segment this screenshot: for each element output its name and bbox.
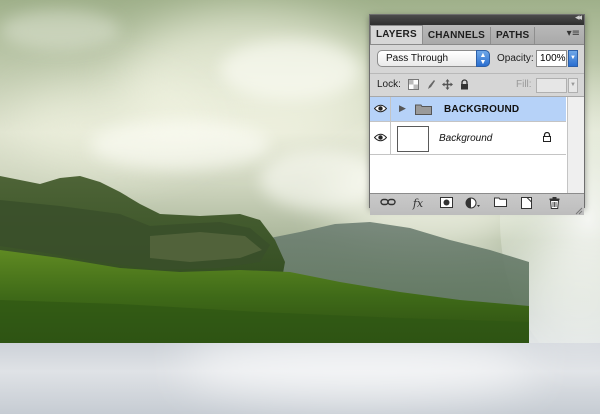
tab-layers[interactable]: LAYERS xyxy=(370,25,423,44)
link-layers-icon[interactable] xyxy=(380,197,396,211)
resize-grip-icon[interactable] xyxy=(575,207,583,215)
panel-tabs: LAYERS CHANNELS PATHS ▾≡ xyxy=(370,25,584,45)
blend-mode-value: Pass Through xyxy=(386,53,449,64)
fill-dropdown-icon[interactable]: ▼ xyxy=(568,78,578,93)
panel-menu-icon[interactable]: ▾≡ xyxy=(567,28,580,39)
visibility-cell[interactable] xyxy=(370,97,391,121)
opacity-label: Opacity: xyxy=(497,53,534,64)
lock-icon xyxy=(543,132,551,142)
fill-input[interactable] xyxy=(536,78,567,93)
disclosure-triangle-icon[interactable]: ▶ xyxy=(399,104,406,114)
eye-icon[interactable] xyxy=(374,104,387,113)
lock-label: Lock: xyxy=(377,79,401,90)
panel-footer: fx xyxy=(370,193,584,215)
lock-all-icon[interactable] xyxy=(459,79,470,90)
layer-row-group[interactable]: ▶ BACKGROUND xyxy=(370,97,566,122)
layer-row-background[interactable]: Background xyxy=(370,121,566,155)
folder-icon xyxy=(415,104,432,115)
layers-panel: ◂◂ LAYERS CHANNELS PATHS ▾≡ Pass Through… xyxy=(369,13,585,215)
scrollbar[interactable] xyxy=(567,97,584,193)
mask-icon[interactable] xyxy=(438,197,454,211)
fx-icon[interactable]: fx xyxy=(410,197,426,211)
new-layer-icon[interactable] xyxy=(519,197,535,211)
layers-list: ▶ BACKGROUND Background xyxy=(370,97,584,193)
blend-row: Pass Through ▲ ▼ Opacity: 100% ▼ xyxy=(370,45,584,74)
opacity-dropdown-icon[interactable]: ▼ xyxy=(568,50,578,67)
tab-channels[interactable]: CHANNELS xyxy=(423,27,492,44)
lock-pixels-icon[interactable] xyxy=(425,79,436,90)
fill-label: Fill: xyxy=(516,79,532,90)
new-group-icon[interactable] xyxy=(492,197,508,211)
opacity-input[interactable]: 100% xyxy=(536,50,567,67)
select-arrows-icon[interactable]: ▲ ▼ xyxy=(476,50,490,67)
layer-name[interactable]: BACKGROUND xyxy=(444,104,519,115)
eye-icon[interactable] xyxy=(374,133,387,142)
blend-mode-select[interactable]: Pass Through ▲ ▼ xyxy=(377,50,490,67)
layer-thumbnail xyxy=(397,126,429,152)
visibility-cell[interactable] xyxy=(370,121,391,154)
lock-position-icon[interactable] xyxy=(442,79,453,90)
trash-icon[interactable] xyxy=(546,197,562,211)
panel-titlebar[interactable]: ◂◂ xyxy=(370,13,584,25)
collapse-icon[interactable]: ◂◂ xyxy=(575,13,582,23)
lock-row: Lock: Fill: ▼ xyxy=(370,74,584,97)
adjustment-icon[interactable] xyxy=(465,197,481,211)
lock-transparency-icon[interactable] xyxy=(408,79,419,90)
layer-name[interactable]: Background xyxy=(439,133,492,144)
tab-paths[interactable]: PATHS xyxy=(491,27,536,44)
